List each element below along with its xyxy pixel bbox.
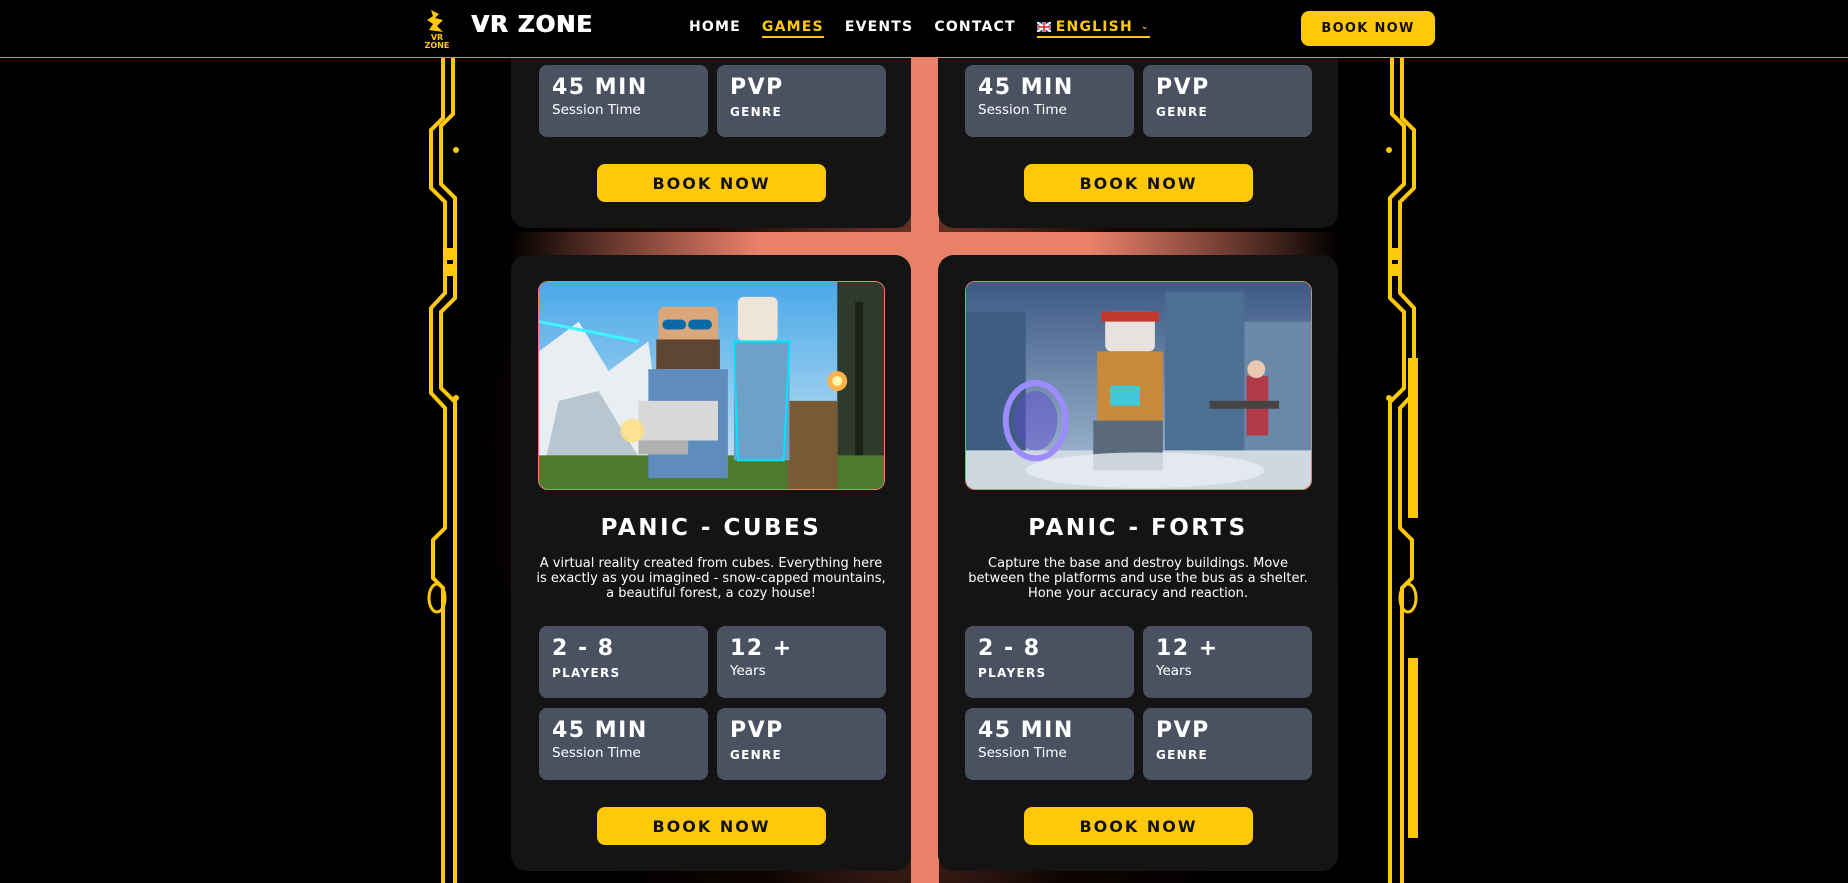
left-frame-decoration bbox=[427, 58, 459, 883]
game-card-panic-forts: PANIC - FORTS Capture the base and destr… bbox=[938, 255, 1338, 871]
stat-session-time: 45 MIN Session Time bbox=[965, 708, 1134, 780]
language-selector[interactable]: ENGLISH ⌄ bbox=[1036, 19, 1150, 38]
book-now-button[interactable]: BOOK NOW bbox=[1024, 807, 1253, 845]
nav-games[interactable]: GAMES bbox=[761, 19, 824, 38]
background-light-beam bbox=[911, 58, 939, 883]
game-screenshot bbox=[539, 282, 884, 489]
stat-age: 12 + Years bbox=[1143, 626, 1312, 698]
nav-contact[interactable]: CONTACT bbox=[934, 19, 1015, 38]
book-now-button[interactable]: BOOK NOW bbox=[597, 807, 826, 845]
main-nav: HOME GAMES EVENTS CONTACT ENGLISH ⌄ bbox=[689, 19, 1150, 38]
book-now-button[interactable]: BOOK NOW bbox=[1024, 164, 1253, 202]
game-image-panic-cubes[interactable] bbox=[538, 281, 885, 490]
stat-session-time: 45 MIN Session Time bbox=[965, 65, 1134, 137]
stat-players: 2 - 8 PLAYERS bbox=[965, 626, 1134, 698]
game-image-panic-forts[interactable] bbox=[965, 281, 1312, 490]
game-screenshot bbox=[966, 282, 1311, 489]
stat-players: 2 - 8 PLAYERS bbox=[539, 626, 708, 698]
game-title: PANIC - FORTS bbox=[1028, 515, 1248, 541]
nav-home[interactable]: HOME bbox=[689, 19, 741, 38]
game-description: A virtual reality created from cubes. Ev… bbox=[536, 556, 886, 601]
stat-session-time: 45 MIN Session Time bbox=[539, 65, 708, 137]
uk-flag-icon bbox=[1036, 22, 1051, 32]
right-frame-decoration bbox=[1386, 58, 1418, 883]
nav-events[interactable]: EVENTS bbox=[845, 19, 914, 38]
brand-name[interactable]: VR ZONE bbox=[471, 12, 593, 38]
stat-age: 12 + Years bbox=[717, 626, 886, 698]
game-title: PANIC - CUBES bbox=[600, 515, 822, 541]
site-header: VR ZONE VR ZONE HOME GAMES EVENTS CONTAC… bbox=[0, 0, 1848, 58]
stat-genre: PVP GENRE bbox=[1143, 708, 1312, 780]
stat-genre: PVP GENRE bbox=[1143, 65, 1312, 137]
stat-genre: PVP GENRE bbox=[717, 708, 886, 780]
chevron-down-icon: ⌄ bbox=[1140, 22, 1150, 32]
header-book-now-button[interactable]: BOOK NOW bbox=[1301, 11, 1435, 46]
svg-text:ZONE: ZONE bbox=[425, 41, 450, 50]
vr-zone-logo[interactable]: VR ZONE bbox=[419, 8, 455, 50]
language-label: ENGLISH bbox=[1055, 19, 1133, 35]
game-card-panic-cubes: PANIC - CUBES A virtual reality created … bbox=[511, 255, 911, 871]
stat-session-time: 45 MIN Session Time bbox=[539, 708, 708, 780]
game-description: Capture the base and destroy buildings. … bbox=[968, 556, 1308, 601]
stat-genre: PVP GENRE bbox=[717, 65, 886, 137]
book-now-button[interactable]: BOOK NOW bbox=[597, 164, 826, 202]
